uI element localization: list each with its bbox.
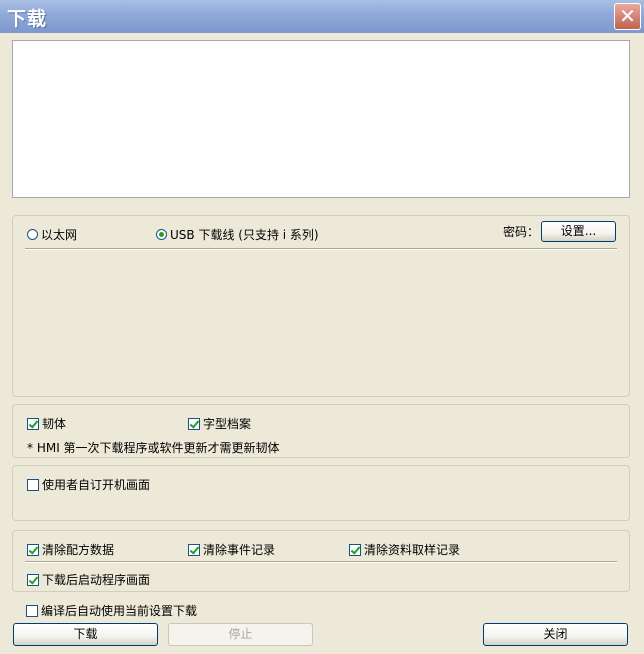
clear-options-group: 清除配方数据 清除事件记录 清除资料取样记录 下载后启动程序画面 (12, 530, 630, 592)
password-label: 密码： (503, 225, 540, 239)
firmware-checkbox[interactable]: 韧体 (27, 415, 66, 432)
custom-boot-checkbox[interactable]: 使用者自订开机画面 (27, 476, 150, 493)
font-file-label: 字型档案 (203, 417, 252, 431)
auto-download-checkbox-box[interactable] (26, 604, 38, 617)
firmware-label: 韧体 (42, 417, 67, 431)
ethernet-label: 以太网 (41, 228, 78, 242)
clear-event-checkbox[interactable]: 清除事件记录 (188, 541, 275, 558)
settings-button[interactable]: 设置... (541, 221, 616, 242)
usb-label: USB 下载线 (只支持 i 系列) (170, 228, 319, 242)
startup-screen-group: 使用者自订开机画面 (12, 465, 630, 521)
restart-after-download-label: 下载后启动程序画面 (42, 573, 151, 587)
title-bar[interactable]: 下载 ✕ (0, 0, 644, 33)
download-button[interactable]: 下载 (13, 623, 158, 646)
connection-separator (25, 248, 617, 250)
custom-boot-label: 使用者自订开机画面 (42, 478, 151, 492)
clear-recipe-checkbox[interactable]: 清除配方数据 (27, 541, 114, 558)
restart-after-download-checkbox[interactable]: 下载后启动程序画面 (27, 571, 150, 588)
firmware-checkbox-box[interactable] (27, 417, 39, 430)
auto-download-label: 编译后自动使用当前设置下载 (41, 604, 198, 618)
clear-sampling-label: 清除资料取样记录 (364, 543, 461, 557)
firmware-group: 韧体 字型档案 * HMI 第一次下载程序或软件更新才需更新韧体 (12, 404, 630, 458)
connection-group: 以太网 USB 下载线 (只支持 i 系列) 密码： 设置... (12, 215, 630, 397)
clear-event-label: 清除事件记录 (203, 543, 276, 557)
clear-recipe-label: 清除配方数据 (42, 543, 115, 557)
close-button[interactable]: 关闭 (483, 623, 628, 646)
download-dialog: 下载 ✕ 以太网 USB 下载线 (只支持 i 系列) 密码： 设置... 韧体… (0, 0, 644, 654)
download-log-area (12, 40, 630, 198)
clear-separator (25, 561, 617, 563)
clear-event-checkbox-box[interactable] (188, 543, 200, 556)
clear-sampling-checkbox[interactable]: 清除资料取样记录 (349, 541, 460, 558)
clear-sampling-checkbox-box[interactable] (349, 543, 361, 556)
auto-download-checkbox[interactable]: 编译后自动使用当前设置下载 (26, 602, 197, 619)
font-file-checkbox[interactable]: 字型档案 (188, 415, 251, 432)
ethernet-radio[interactable]: 以太网 (27, 226, 77, 243)
clear-recipe-checkbox-box[interactable] (27, 543, 39, 556)
custom-boot-checkbox-box[interactable] (27, 478, 39, 491)
close-icon[interactable]: ✕ (614, 3, 641, 30)
firmware-note: * HMI 第一次下载程序或软件更新才需更新韧体 (27, 441, 280, 455)
stop-button[interactable]: 停止 (168, 623, 313, 646)
usb-radio-indicator[interactable] (156, 229, 167, 240)
window-title: 下载 (7, 8, 48, 30)
restart-after-download-checkbox-box[interactable] (27, 573, 39, 586)
ethernet-radio-indicator[interactable] (27, 229, 38, 240)
usb-radio[interactable]: USB 下载线 (只支持 i 系列) (156, 226, 319, 243)
font-file-checkbox-box[interactable] (188, 417, 200, 430)
